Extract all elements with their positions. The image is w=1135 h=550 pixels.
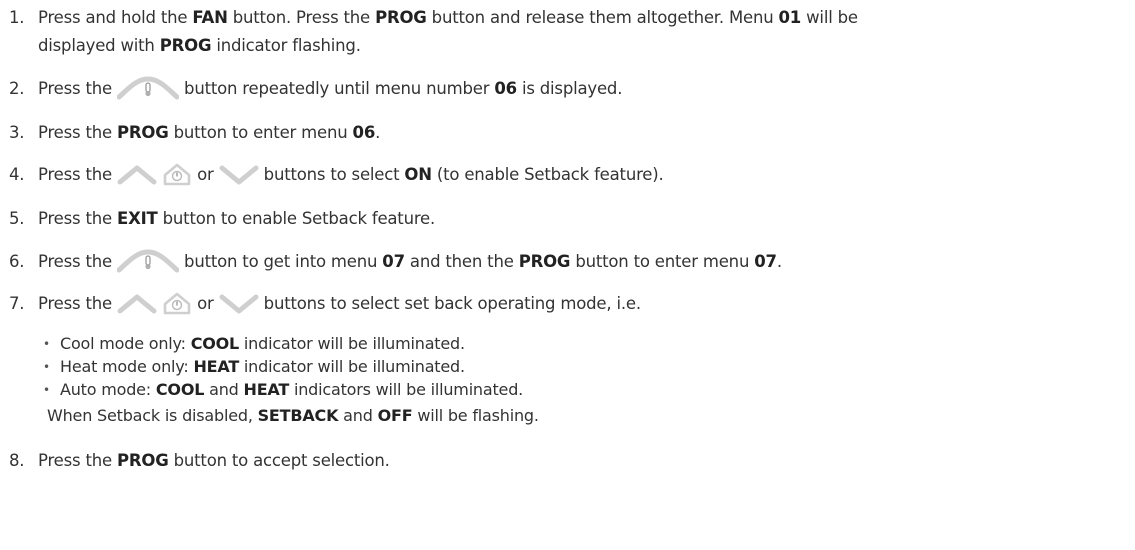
home-thermometer-icon	[162, 162, 192, 186]
setback-label: SETBACK	[257, 406, 339, 425]
chevron-up-icon	[117, 291, 157, 315]
step-number: 6.	[9, 252, 25, 271]
bullet-dot: •	[43, 383, 50, 397]
step-number: 7.	[9, 294, 25, 313]
prog-label: PROG	[159, 36, 212, 55]
step-1-continuation: displayed with PROG indicator flashing.	[38, 36, 361, 55]
step-3: 3. Press the PROG button to enter menu 06…	[9, 121, 380, 145]
thermometer-arch-icon	[117, 249, 179, 273]
fan-label: FAN	[192, 8, 228, 27]
heat-label: HEAT	[243, 380, 290, 399]
setback-disabled-note: When Setback is disabled, SETBACK and OF…	[47, 406, 539, 425]
step-8: 8. Press the PROG button to accept select…	[9, 449, 390, 473]
exit-label: EXIT	[117, 209, 158, 228]
step-number: 1.	[9, 8, 25, 27]
off-label: OFF	[377, 406, 413, 425]
step-2: 2. Press the button repeatedly until menu…	[9, 77, 622, 101]
menu-number: 01	[778, 8, 802, 27]
step-number: 8.	[9, 451, 25, 470]
step-5: 5. Press the EXIT button to enable Setbac…	[9, 207, 435, 231]
step-6: 6. Press the button to get into menu 07 a…	[9, 250, 782, 274]
step-1: 1. Press and hold the FAN button. Press t…	[9, 6, 858, 30]
on-label: ON	[404, 165, 432, 184]
step-number: 3.	[9, 123, 25, 142]
cool-label: COOL	[155, 380, 205, 399]
step-number: 4.	[9, 165, 25, 184]
prog-label: PROG	[117, 123, 169, 142]
heat-label: HEAT	[193, 357, 240, 376]
step-number: 5.	[9, 209, 25, 228]
bullet-cool-mode: • Cool mode only: COOL indicator will be …	[43, 334, 465, 353]
prog-label: PROG	[518, 252, 571, 271]
cool-label: COOL	[190, 334, 240, 353]
menu-number: 07	[382, 252, 405, 271]
prog-label: PROG	[117, 451, 169, 470]
menu-number: 06	[494, 79, 517, 98]
chevron-up-icon	[117, 162, 157, 186]
bullet-dot: •	[43, 337, 50, 351]
bullet-auto-mode: • Auto mode: COOL and HEAT indicators wil…	[43, 380, 524, 399]
chevron-down-icon	[219, 162, 259, 186]
menu-number: 07	[754, 252, 777, 271]
step-4: 4. Press the or buttons to select ON (to …	[9, 163, 664, 187]
chevron-down-icon	[219, 291, 259, 315]
thermometer-arch-icon	[117, 76, 179, 100]
step-number: 2.	[9, 79, 25, 98]
step-7: 7. Press the or buttons to select set bac…	[9, 292, 641, 316]
instruction-list: 1. Press and hold the FAN button. Press t…	[0, 0, 1135, 550]
home-thermometer-icon	[162, 291, 192, 315]
menu-number: 06	[352, 123, 376, 142]
prog-label: PROG	[375, 8, 427, 27]
bullet-heat-mode: • Heat mode only: HEAT indicator will be …	[43, 357, 465, 376]
bullet-dot: •	[43, 360, 50, 374]
